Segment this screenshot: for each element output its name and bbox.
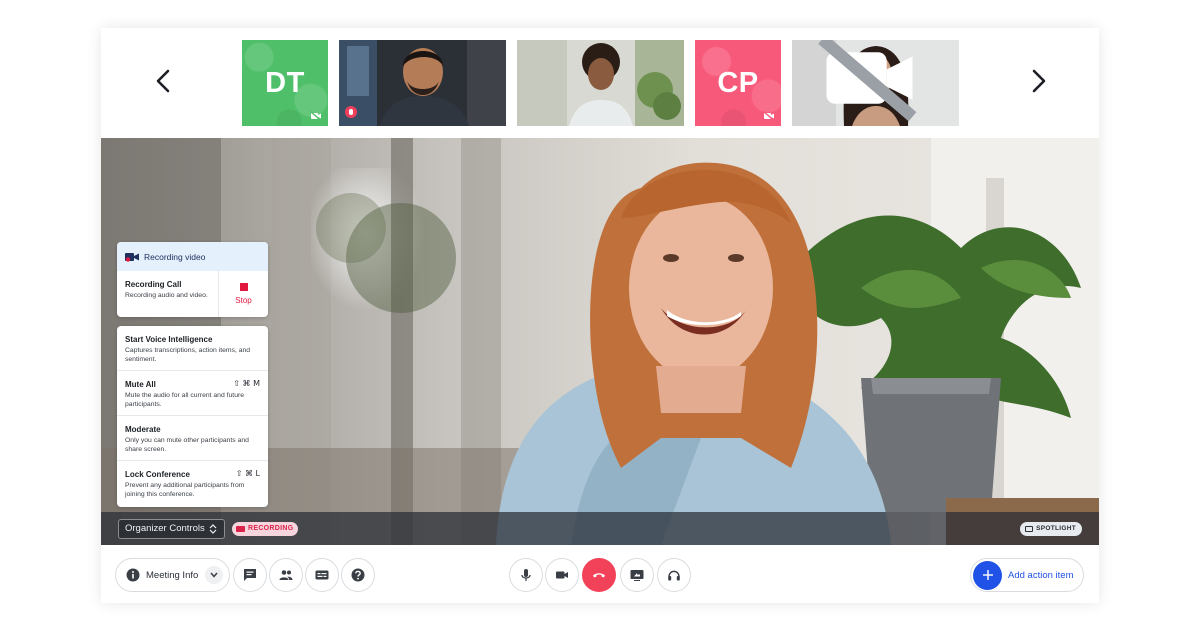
menu-item-lock-conference[interactable]: Lock Conference ⇧ ⌘ L Prevent any additi…	[117, 461, 268, 506]
menu-item-description: Captures transcriptions, action items, a…	[125, 347, 251, 363]
participant-filmstrip: DT CP	[101, 28, 1099, 138]
video-conference-window: DT CP Recording video Recording Call Rec…	[101, 28, 1099, 603]
recording-card-header-label: Recording video	[144, 251, 206, 262]
info-icon	[126, 568, 140, 582]
participant-tile-cp[interactable]: CP	[695, 40, 781, 126]
participant-initials: CP	[717, 66, 759, 99]
stop-recording-label: Stop	[235, 296, 252, 305]
spotlight-label: SPOTLIGHT	[1036, 525, 1076, 532]
chevron-updown-icon	[209, 524, 217, 534]
camera-button[interactable]	[545, 558, 579, 592]
participant-tile-man[interactable]	[339, 40, 506, 126]
main-video-stage: Recording video Recording Call Recording…	[101, 138, 1099, 545]
share-screen-button[interactable]	[620, 558, 654, 592]
stop-recording-button[interactable]: Stop	[218, 271, 268, 317]
menu-item-mute-all[interactable]: Mute All ⇧ ⌘ M Mute the audio for all cu…	[117, 371, 268, 416]
help-button[interactable]	[341, 558, 375, 592]
recording-card-body: Recording Call Recording audio and video…	[117, 271, 268, 317]
end-call-button[interactable]	[582, 558, 616, 592]
mic-muted-icon	[345, 106, 357, 118]
spotlight-icon	[1025, 526, 1034, 532]
organizer-controls-menu: Start Voice Intelligence Captures transc…	[117, 326, 268, 507]
mic-icon	[521, 569, 531, 581]
recording-status-badge: RECORDING	[232, 522, 299, 536]
end-call-icon	[593, 573, 605, 578]
participants-button[interactable]	[269, 558, 303, 592]
camera-icon	[556, 571, 568, 579]
add-action-item-label: Add action item	[1008, 569, 1074, 581]
help-icon	[351, 568, 365, 582]
participant-initials: DT	[265, 66, 305, 99]
chat-button[interactable]	[233, 558, 267, 592]
recording-card: Recording video Recording Call Recording…	[117, 242, 268, 317]
menu-item-title: Moderate	[125, 425, 161, 434]
video-off-icon	[763, 111, 775, 121]
recording-call-description: Recording audio and video.	[125, 292, 208, 299]
participant-tile-woman-smiling[interactable]	[517, 40, 684, 126]
spotlight-button[interactable]: SPOTLIGHT	[1020, 522, 1082, 536]
menu-item-description: Prevent any additional participants from…	[125, 482, 245, 498]
record-video-icon	[125, 252, 139, 262]
share-screen-icon	[630, 570, 644, 581]
video-off-icon	[818, 40, 917, 121]
keyboard-shortcut: ⇧ ⌘ L	[235, 469, 260, 478]
participant-tile-woman-dark-hair[interactable]	[792, 40, 959, 126]
menu-item-description: Mute the audio for all current and futur…	[125, 392, 245, 408]
chevron-down-icon[interactable]	[205, 566, 223, 584]
recording-call-title: Recording Call	[125, 280, 182, 289]
chat-icon	[244, 569, 256, 581]
meeting-info-button[interactable]: Meeting Info	[115, 558, 230, 592]
plus-icon	[973, 560, 1002, 590]
participant-tile-dt[interactable]: DT	[242, 40, 328, 126]
add-action-item-button[interactable]: Add action item	[970, 558, 1084, 592]
headphones-icon	[668, 570, 680, 581]
call-toolbar: Meeting Info Add action item	[101, 545, 1099, 603]
chevron-left-icon[interactable]	[149, 66, 179, 96]
captions-button[interactable]	[305, 558, 339, 592]
participants-icon	[279, 570, 293, 580]
menu-item-start-voice-intelligence[interactable]: Start Voice Intelligence Captures transc…	[117, 326, 268, 371]
chevron-right-icon[interactable]	[1023, 66, 1053, 96]
stage-status-bar: Organizer Controls RECORDING SPOTLIGHT	[101, 512, 1099, 545]
stop-icon	[239, 283, 248, 291]
video-off-icon	[310, 111, 322, 121]
microphone-button[interactable]	[509, 558, 543, 592]
menu-item-moderate[interactable]: Moderate Only you can mute other partici…	[117, 416, 268, 461]
recording-icon	[236, 526, 245, 532]
meeting-info-label: Meeting Info	[146, 569, 199, 581]
organizer-controls-label: Organizer Controls	[125, 523, 205, 534]
keyboard-shortcut: ⇧ ⌘ M	[233, 379, 260, 388]
captions-icon	[315, 570, 329, 580]
recording-card-header: Recording video	[117, 242, 268, 271]
menu-item-title: Start Voice Intelligence	[125, 335, 213, 344]
organizer-controls-select[interactable]: Organizer Controls	[118, 519, 225, 539]
audio-settings-button[interactable]	[657, 558, 691, 592]
recording-badge-label: RECORDING	[248, 525, 294, 532]
menu-item-description: Only you can mute other participants and…	[125, 437, 249, 453]
